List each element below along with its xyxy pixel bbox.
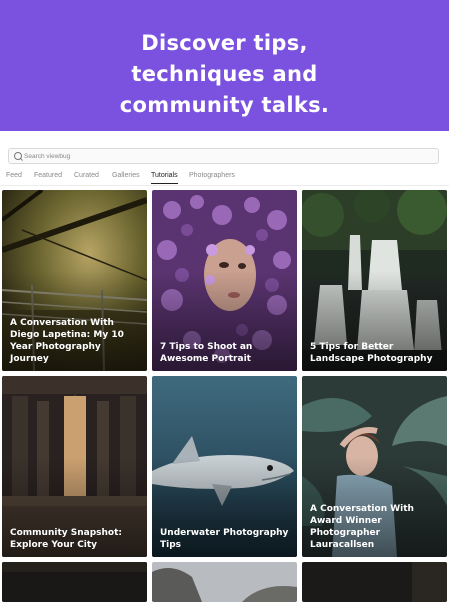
tutorial-card[interactable]: Underwater Photography Tips [152,376,297,557]
dark-interior-image [2,562,147,602]
dark-scene-image [302,562,447,602]
tutorial-card[interactable] [152,562,297,602]
tutorial-card[interactable]: 7 Tips to Shoot an Awesome Portrait [152,190,297,371]
tab-galleries[interactable]: Galleries [112,172,140,179]
banner-headline-line-1: Discover tips, [141,31,308,55]
tutorial-card[interactable]: A Conversation With Diego Lapetina: My 1… [2,190,147,371]
tutorial-card[interactable] [302,562,447,602]
tabs-divider [0,185,449,186]
search-icon [14,152,22,160]
tab-featured[interactable]: Featured [34,172,62,179]
card-title: A Conversation With Award Winner Photogr… [310,504,414,550]
banner-headline-line-3: community talks. [119,93,330,117]
card-title: 5 Tips for Better Landscape Photography [310,342,433,364]
tab-tutorials[interactable]: Tutorials [151,172,178,184]
tab-photographers[interactable]: Photographers [189,172,235,179]
promo-banner: Discover tips, techniques and community … [0,0,449,131]
rocks-sky-image [152,562,297,602]
search-bar[interactable] [8,148,439,164]
card-title: Underwater Photography Tips [160,528,289,550]
banner-headline-line-2: techniques and [131,62,318,86]
card-title: A Conversation With Diego Lapetina: My 1… [10,318,124,364]
tutorial-card[interactable]: Community Snapshot: Explore Your City [2,376,147,557]
search-input[interactable] [24,149,424,163]
card-title: 7 Tips to Shoot an Awesome Portrait [160,342,253,364]
card-title: Community Snapshot: Explore Your City [10,528,122,550]
tutorial-card[interactable]: 5 Tips for Better Landscape Photography [302,190,447,371]
tutorial-card[interactable] [2,562,147,602]
tutorial-card[interactable]: A Conversation With Award Winner Photogr… [302,376,447,557]
banner-headline: Discover tips, techniques and community … [0,28,449,121]
tab-feed[interactable]: Feed [6,172,22,179]
tab-curated[interactable]: Curated [74,172,99,179]
